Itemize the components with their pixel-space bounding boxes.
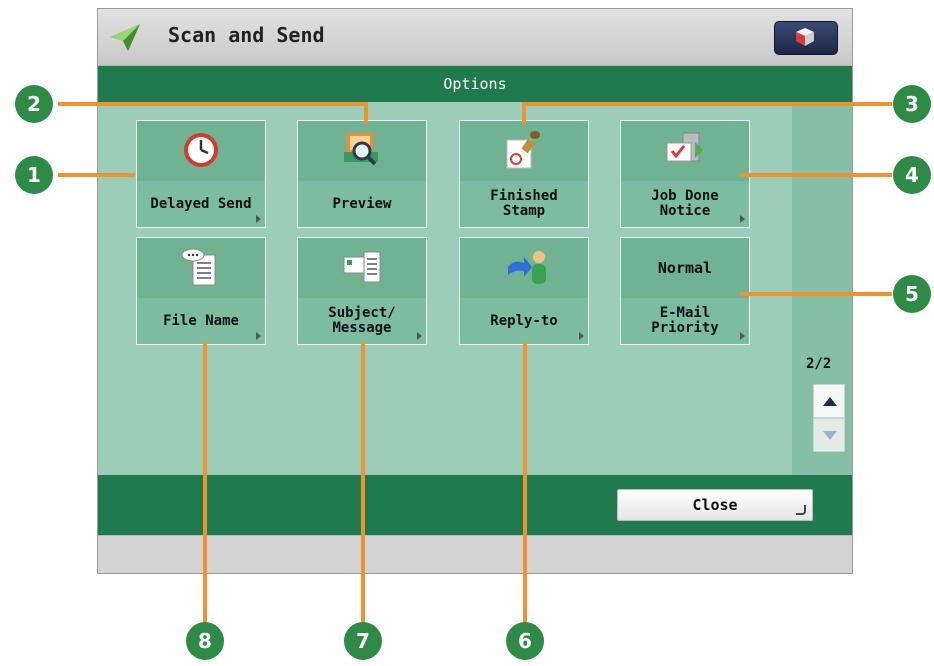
status-bar: [98, 535, 852, 573]
submenu-arrow-icon: [256, 332, 261, 340]
arrow-up-icon: [823, 397, 837, 406]
page-indicator: 2/2: [806, 356, 832, 372]
stamp-icon: [506, 131, 540, 169]
callout-badge-7: 7: [344, 622, 382, 660]
callout-line-2: [58, 102, 368, 106]
tile-label: File Name: [163, 312, 239, 329]
window-title: Scan and Send: [168, 23, 325, 47]
callout-badge-2: 2: [15, 85, 53, 123]
callout-line-7: [361, 342, 365, 630]
callout-line-4: [740, 173, 892, 177]
callout-badge-8: 8: [186, 622, 224, 660]
options-header: Options: [98, 66, 852, 102]
callout-line-2-drop: [364, 102, 368, 124]
tile-label: Delayed Send: [150, 195, 252, 212]
reply-person-icon: [508, 251, 546, 284]
callout-line-6: [523, 342, 527, 630]
tile-label: Preview: [332, 195, 392, 212]
cube-icon: [796, 28, 814, 46]
footer-bar: Close: [98, 475, 852, 535]
close-button[interactable]: Close: [617, 489, 813, 521]
scroll-up-button[interactable]: [813, 384, 845, 418]
scroll-down-button[interactable]: [813, 418, 845, 452]
email-priority-button[interactable]: Normal E-Mail Priority: [620, 237, 750, 345]
callout-badge-1: 1: [15, 156, 53, 194]
paper-plane-icon: [108, 21, 142, 53]
submenu-arrow-icon: [740, 332, 745, 340]
arrow-down-icon: [823, 431, 837, 440]
return-corner-icon: [796, 505, 806, 515]
file-name-button[interactable]: File Name: [136, 237, 266, 345]
callout-line-8: [203, 342, 207, 630]
callout-line-3: [522, 102, 892, 106]
document-bubble-icon: [181, 248, 216, 286]
callout-line-3-drop: [522, 102, 526, 124]
callout-badge-3: 3: [893, 85, 931, 123]
options-panel: Delayed Send Preview Finished Stamp Job …: [98, 102, 852, 475]
submenu-arrow-icon: [256, 215, 261, 223]
message-card-icon: [343, 251, 381, 283]
tile-label: E-Mail Priority: [651, 305, 719, 336]
callout-badge-5: 5: [893, 275, 931, 313]
job-done-notice-button[interactable]: Job Done Notice: [620, 120, 750, 228]
callout-badge-6: 6: [506, 622, 544, 660]
callout-badge-4: 4: [893, 156, 931, 194]
submenu-arrow-icon: [579, 332, 584, 340]
callout-line-5: [740, 292, 892, 296]
close-label: Close: [692, 496, 738, 514]
submenu-arrow-icon: [417, 332, 422, 340]
priority-value: Normal: [657, 259, 713, 277]
tile-label: Finished Stamp: [490, 188, 558, 219]
submenu-arrow-icon: [740, 215, 745, 223]
quick-menu-button[interactable]: [774, 21, 838, 55]
delayed-send-button[interactable]: Delayed Send: [136, 120, 266, 228]
device-screen: Scan and Send Options Delayed Send Previ…: [97, 8, 853, 574]
preview-button[interactable]: Preview: [297, 120, 427, 228]
magnifier-preview-icon: [344, 133, 378, 166]
clock-icon: [184, 133, 218, 167]
reply-to-button[interactable]: Reply-to: [459, 237, 589, 345]
tile-label: Job Done Notice: [651, 188, 719, 219]
mail-notice-icon: [666, 132, 703, 162]
tile-label: Subject/ Message: [328, 305, 396, 336]
finished-stamp-button[interactable]: Finished Stamp: [459, 120, 589, 228]
tile-label: Reply-to: [490, 312, 558, 329]
callout-line-1: [58, 173, 135, 177]
title-bar: Scan and Send: [98, 9, 852, 66]
subject-message-button[interactable]: Subject/ Message: [297, 237, 427, 345]
